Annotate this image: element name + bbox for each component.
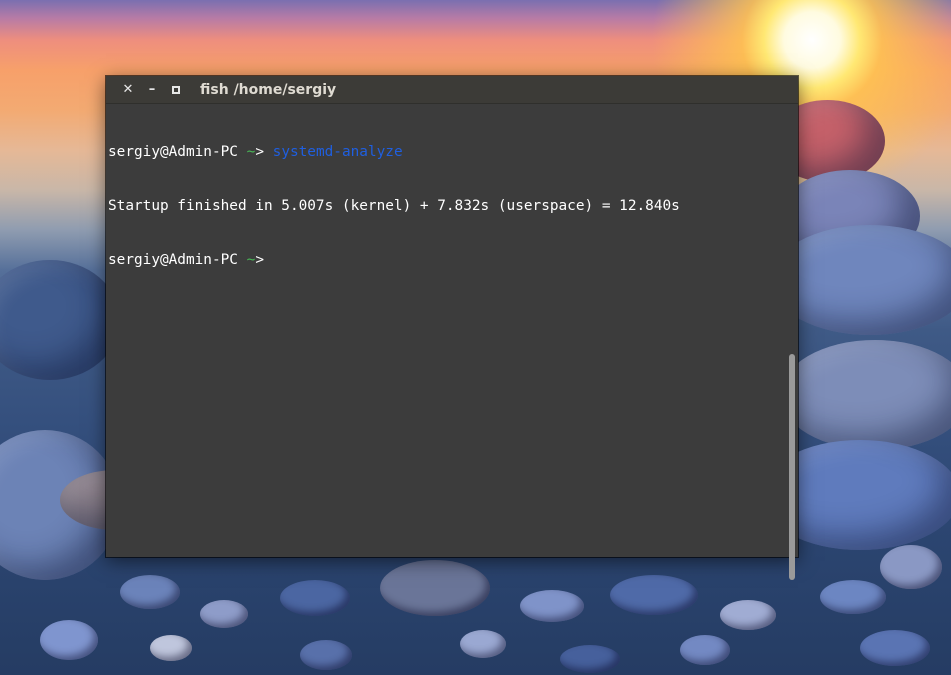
wallpaper-pebble bbox=[150, 635, 192, 661]
wallpaper-pebble bbox=[120, 575, 180, 609]
wallpaper-pebble bbox=[680, 635, 730, 665]
prompt-user-host: sergiy@Admin-PC bbox=[108, 144, 238, 160]
terminal-content[interactable]: sergiy@Admin-PC ~> systemd-analyze Start… bbox=[106, 104, 798, 580]
window-titlebar[interactable]: ✕ – fish /home/sergiy bbox=[106, 76, 798, 104]
wallpaper-pebble bbox=[860, 630, 930, 666]
wallpaper-pebble bbox=[200, 600, 248, 628]
wallpaper-pebble bbox=[820, 580, 886, 614]
wallpaper-stone bbox=[780, 340, 951, 450]
wallpaper-pebble bbox=[560, 645, 620, 673]
window-title-path: /home/sergiy bbox=[233, 81, 337, 98]
maximize-icon bbox=[172, 85, 180, 94]
minimize-button[interactable]: – bbox=[140, 80, 164, 100]
terminal-window[interactable]: ✕ – fish /home/sergiy sergiy@Admin-PC ~>… bbox=[106, 76, 798, 580]
wallpaper-pebble bbox=[610, 575, 698, 615]
terminal-line: Startup finished in 5.007s (kernel) + 7.… bbox=[108, 197, 796, 215]
close-button[interactable]: ✕ bbox=[116, 80, 140, 100]
wallpaper-pebble bbox=[280, 580, 350, 616]
minimize-icon: – bbox=[148, 82, 156, 97]
wallpaper-pebble bbox=[300, 640, 352, 670]
wallpaper-pebble bbox=[40, 620, 98, 660]
wallpaper-pebble bbox=[880, 545, 942, 589]
prompt-cwd: ~ bbox=[246, 144, 256, 160]
wallpaper-pebble bbox=[380, 560, 490, 616]
window-title-app: fish bbox=[200, 81, 229, 98]
prompt-symbol: > bbox=[255, 144, 264, 160]
entered-command: systemd-analyze bbox=[272, 144, 403, 160]
command-output: Startup finished in 5.007s (kernel) + 7.… bbox=[108, 198, 680, 214]
terminal-line: sergiy@Admin-PC ~> bbox=[108, 251, 796, 269]
wallpaper-pebble bbox=[720, 600, 776, 630]
prompt-symbol: > bbox=[255, 252, 264, 268]
terminal-line: sergiy@Admin-PC ~> systemd-analyze bbox=[108, 143, 796, 161]
terminal-scrollbar[interactable] bbox=[789, 354, 795, 580]
prompt-cwd: ~ bbox=[246, 252, 256, 268]
wallpaper-stone bbox=[0, 260, 120, 380]
window-title: fish /home/sergiy bbox=[200, 82, 336, 98]
wallpaper-pebble bbox=[520, 590, 584, 622]
prompt-user-host: sergiy@Admin-PC bbox=[108, 252, 238, 268]
close-icon: ✕ bbox=[122, 82, 134, 97]
wallpaper-pebble bbox=[460, 630, 506, 658]
maximize-button[interactable] bbox=[164, 80, 188, 100]
